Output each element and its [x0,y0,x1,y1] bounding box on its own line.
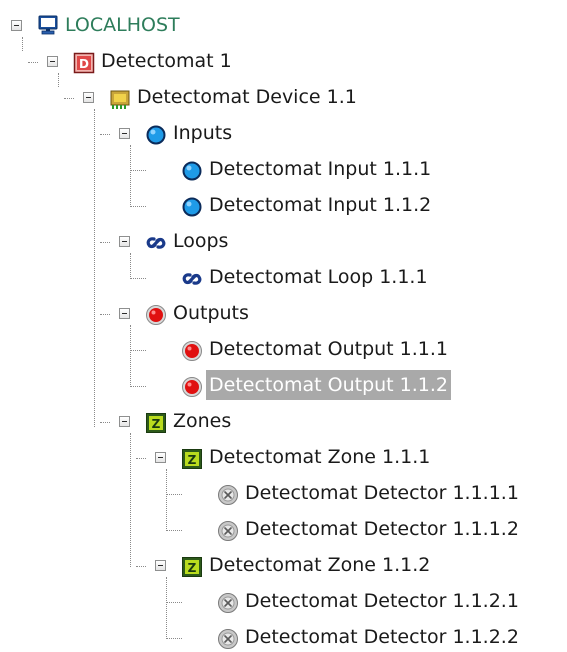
tree-connector [130,278,146,279]
tree-connector [22,37,23,51]
device-tree: LOCALHOST D Detectomat 1 Detectomat Devi… [0,0,567,652]
tree-connector [136,458,146,459]
loop-icon [181,268,203,290]
tree-connector [130,206,146,207]
collapse-toggle-zones[interactable] [119,416,130,427]
collapse-toggle-detectomat-1[interactable] [47,56,58,67]
tree-node-input-1-1-1[interactable]: Detectomat Input 1.1.1 [206,154,434,184]
detector-icon [217,592,239,614]
tree-connector [100,134,110,135]
tree-node-inputs[interactable]: Inputs [170,118,235,148]
tree-connector [130,433,131,567]
collapse-toggle-outputs[interactable] [119,308,130,319]
tree-connector [166,602,182,603]
collapse-toggle-device-1-1[interactable] [83,92,94,103]
tree-node-zone-1-1-1[interactable]: Detectomat Zone 1.1.1 [206,442,433,472]
tree-connector [166,638,182,639]
tree-node-input-1-1-2[interactable]: Detectomat Input 1.1.2 [206,190,434,220]
tree-node-detectomat-1[interactable]: Detectomat 1 [98,46,235,76]
detectomat-panel-icon: D [73,52,95,74]
tree-node-outputs[interactable]: Outputs [170,298,252,328]
input-circle-icon [181,196,203,218]
svg-text:Z: Z [152,417,161,431]
output-red-icon [181,376,203,398]
detector-icon [217,628,239,650]
tree-connector [100,314,110,315]
tree-connector [130,350,146,351]
tree-connector [130,145,131,207]
tree-connector [58,73,59,87]
tree-node-detector-1-1-1-1[interactable]: Detectomat Detector 1.1.1.1 [242,478,522,508]
tree-node-zones[interactable]: Zones [170,406,234,436]
loop-icon [145,232,167,254]
tree-connector [64,98,74,99]
tree-node-detector-1-1-2-1[interactable]: Detectomat Detector 1.1.2.1 [242,586,522,616]
output-red-icon [145,304,167,326]
tree-connector [166,577,167,639]
tree-connector [28,62,38,63]
svg-text:D: D [79,57,89,71]
tree-node-detector-1-1-1-2[interactable]: Detectomat Detector 1.1.1.2 [242,514,522,544]
svg-text:Z: Z [188,561,197,575]
tree-connector [130,170,146,171]
tree-connector [166,494,182,495]
detector-icon [217,520,239,542]
tree-connector [130,253,131,279]
tree-node-zone-1-1-2[interactable]: Detectomat Zone 1.1.2 [206,550,433,580]
device-chip-icon [109,88,131,110]
tree-node-localhost[interactable]: LOCALHOST [62,10,183,40]
svg-text:Z: Z [188,453,197,467]
tree-node-loops[interactable]: Loops [170,226,231,256]
zone-icon: Z [145,412,167,434]
tree-connector [130,325,131,387]
output-red-icon [181,340,203,362]
tree-node-device-1-1[interactable]: Detectomat Device 1.1 [134,82,360,112]
collapse-toggle-zone-1-1-2[interactable] [155,560,166,571]
input-circle-icon [181,160,203,182]
zone-icon: Z [181,448,203,470]
zone-icon: Z [181,556,203,578]
tree-connector [100,422,110,423]
detector-icon [217,484,239,506]
tree-connector [94,109,95,427]
tree-node-output-1-1-2[interactable]: Detectomat Output 1.1.2 [206,370,452,400]
tree-connector [130,386,146,387]
computer-icon [37,14,59,36]
collapse-toggle-inputs[interactable] [119,128,130,139]
collapse-toggle-loops[interactable] [119,236,130,247]
tree-node-loop-1-1-1[interactable]: Detectomat Loop 1.1.1 [206,262,431,292]
tree-connector [100,242,110,243]
tree-node-detector-1-1-2-2[interactable]: Detectomat Detector 1.1.2.2 [242,622,522,652]
collapse-toggle-zone-1-1-1[interactable] [155,452,166,463]
tree-connector [166,469,167,531]
tree-connector [166,530,182,531]
tree-connector [136,566,146,567]
input-circle-icon [145,124,167,146]
collapse-toggle-localhost[interactable] [11,20,22,31]
tree-node-output-1-1-1[interactable]: Detectomat Output 1.1.1 [206,334,451,364]
